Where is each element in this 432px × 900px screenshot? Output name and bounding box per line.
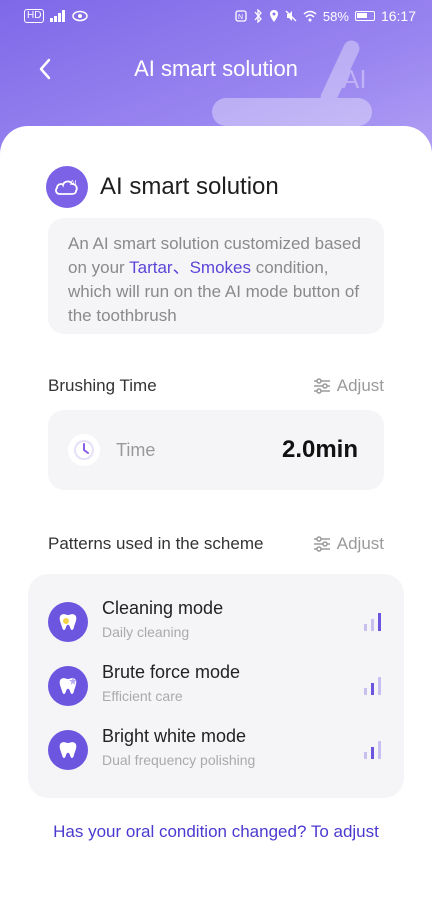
eye-icon	[72, 10, 89, 22]
mode-item-bright-white[interactable]: Bright white mode Dual frequency polishi…	[48, 726, 388, 782]
brushing-adjust-button[interactable]: Adjust	[313, 376, 384, 396]
svg-text:N: N	[238, 14, 243, 21]
clock-icon	[68, 434, 100, 466]
bluetooth-icon	[254, 9, 262, 23]
tooth-star-icon	[48, 666, 88, 706]
patterns-adjust-label: Adjust	[336, 534, 384, 553]
wifi-icon	[303, 10, 317, 22]
tooth-icon	[48, 730, 88, 770]
nav-bar: AI smart solution	[0, 48, 432, 88]
clock: 16:17	[380, 8, 416, 24]
hd-icon: HD	[24, 9, 45, 23]
level-bars-icon	[364, 613, 381, 631]
brushing-adjust-label: Adjust	[336, 376, 384, 395]
sliders-icon	[313, 378, 330, 394]
brushing-time-label: Brushing Time	[48, 376, 157, 395]
patterns-adjust-button[interactable]: Adjust	[313, 534, 384, 554]
mode-item-cleaning[interactable]: Cleaning mode Daily cleaning	[48, 598, 388, 654]
section-header: AI AI smart solution	[46, 166, 279, 208]
solution-description: An AI smart solution customized based on…	[48, 218, 384, 334]
condition-adjust-link[interactable]: Has your oral condition changed? To adju…	[0, 822, 432, 842]
modes-list: Cleaning mode Daily cleaning Brute force…	[28, 574, 404, 798]
time-label: Time	[116, 440, 156, 460]
mode-subtitle: Dual frequency polishing	[102, 752, 256, 768]
signal-icon	[50, 10, 66, 22]
mode-subtitle: Efficient care	[102, 688, 183, 704]
ai-cloud-icon: AI	[46, 166, 88, 208]
time-value: 2.0min	[281, 436, 358, 463]
mute-icon	[285, 10, 297, 22]
battery-percent: 58%	[322, 8, 349, 24]
sliders-icon	[313, 536, 330, 552]
patterns-label: Patterns used in the scheme	[48, 534, 264, 553]
location-icon	[269, 10, 278, 22]
mode-name: Brute force mode	[102, 662, 241, 682]
brushing-time-card[interactable]: Time 2.0min	[48, 410, 384, 490]
section-title: AI smart solution	[100, 173, 279, 200]
level-bars-icon	[364, 677, 381, 695]
status-bar: HD N 58% 16:17	[0, 0, 432, 32]
page-title: AI smart solution	[134, 56, 298, 81]
content-card: AI AI smart solution An AI smart solutio…	[0, 126, 432, 900]
mode-subtitle: Daily cleaning	[102, 624, 190, 640]
battery-icon	[354, 11, 375, 21]
mode-name: Bright white mode	[102, 726, 247, 746]
mode-item-brute-force[interactable]: Brute force mode Efficient care	[48, 662, 388, 718]
nfc-icon: N	[235, 10, 247, 22]
level-bars-icon	[364, 741, 381, 759]
tooth-sparkle-icon	[48, 602, 88, 642]
mode-name: Cleaning mode	[102, 598, 224, 618]
svg-text:AI: AI	[70, 180, 77, 187]
description-highlight: Tartar、Smokes	[129, 258, 251, 277]
